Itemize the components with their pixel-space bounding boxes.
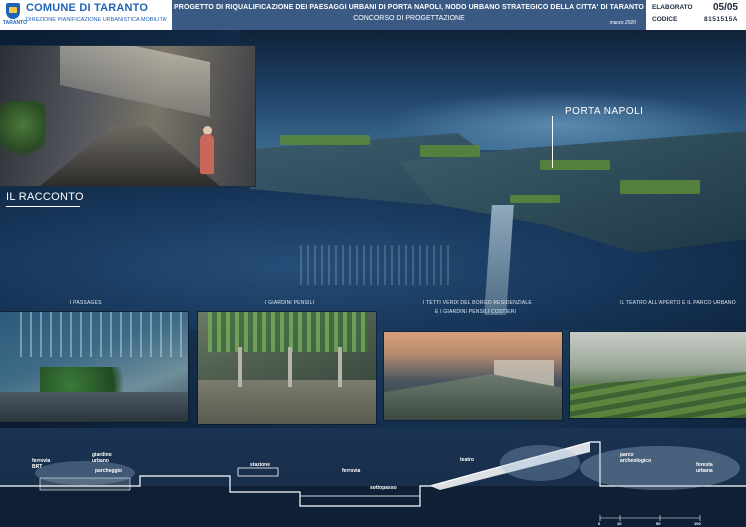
- person-figure: [200, 134, 214, 174]
- corridor-floor: [40, 126, 220, 186]
- label-ferrovia: ferrovia: [342, 468, 361, 474]
- header-bar: TARANTO COMUNE DI TARANTO DIREZIONE PIAN…: [0, 0, 746, 31]
- label-parco-archeologico: parco archeologico: [620, 452, 652, 464]
- racconto-underline: [6, 206, 80, 207]
- sheet-code-block: ELABORATO 05/05 CODICE 8151515A: [646, 0, 746, 30]
- label-teatro: teatro: [460, 457, 474, 463]
- section-drawing: [0, 441, 746, 527]
- green-roof-patch: [540, 160, 610, 170]
- porta-napoli-leader: [552, 116, 553, 168]
- teatro-parco-photo: [570, 332, 746, 418]
- passages-photo: [0, 312, 188, 422]
- caption-tetti-2: E I GIARDINI PENSILI COSTIERI: [435, 309, 517, 315]
- scale-10: 10: [617, 521, 622, 526]
- green-roof-patch: [510, 195, 560, 203]
- tetti-verdi-photo: [384, 332, 562, 420]
- municipality-logo-block: TARANTO COMUNE DI TARANTO DIREZIONE PIAN…: [0, 0, 172, 30]
- green-roof-patch: [620, 180, 700, 194]
- elaborato-value: 05/05: [712, 2, 738, 13]
- scale-0: 0: [598, 521, 601, 526]
- corridor-photo: [0, 46, 255, 186]
- cross-section: ferrovia BRT giardino urbano parcheggio st…: [0, 428, 746, 527]
- forest-canopy: [580, 446, 740, 490]
- caption-tetti-1: I TETTI VERDI DEL BORGO RESIDENZIALE: [423, 300, 532, 306]
- caption-teatro: IL TEATRO ALL'APERTO E IL PARCO URBANO: [620, 300, 736, 306]
- project-title: PROGETTO DI RIQUALIFICAZIONE DEI PAESAGG…: [174, 4, 644, 11]
- green-roof-patch: [280, 135, 370, 145]
- porta-napoli-label: PORTA NAPOLI: [565, 106, 644, 117]
- scale-50: 50: [656, 521, 661, 526]
- label-parcheggio: parcheggio: [95, 468, 122, 474]
- logo-title: COMUNE DI TARANTO: [26, 2, 149, 14]
- coat-of-arms-icon: [6, 3, 20, 19]
- date-label: marzo 2020: [609, 20, 636, 26]
- elaborato-label: ELABORATO: [652, 4, 693, 11]
- logo-small-text: TARANTO: [3, 20, 27, 26]
- codice-value: 8151515A: [704, 16, 738, 23]
- green-roof-patch: [420, 145, 480, 157]
- label-giardino-urbano: giardino urbano: [92, 452, 112, 464]
- competition-subtitle: CONCORSO DI PROGETTAZIONE: [353, 15, 465, 22]
- label-stazione: stazione: [250, 462, 271, 468]
- label-sottopasso: sottopasso: [370, 485, 397, 491]
- main-render: PORTA NAPOLI IL RACCONTO I PASSAGES I GI…: [0, 30, 746, 527]
- archaeological-park-trees: [500, 445, 580, 481]
- label-ferrovia-brt: ferrovia BRT: [32, 458, 51, 470]
- project-title-block: PROGETTO DI RIQUALIFICAZIONE DEI PAESAGG…: [172, 0, 646, 30]
- codice-label: CODICE: [652, 16, 678, 23]
- scale-100: 100: [694, 521, 701, 526]
- caption-giardini: I GIARDINI PENSILI: [265, 300, 315, 306]
- caption-passages: I PASSAGES: [70, 300, 102, 306]
- corridor-plants: [0, 101, 45, 161]
- logo-subtitle: DIREZIONE PIANIFICAZIONE URBANISTICA MOB…: [26, 17, 168, 23]
- station-canopy: [237, 467, 279, 477]
- corridor-window: [60, 46, 210, 117]
- label-foresta-urbana: foresta urbana: [696, 462, 713, 474]
- marina-piers: [300, 245, 450, 285]
- racconto-heading: IL RACCONTO: [6, 191, 84, 203]
- giardini-pensili-photo: [198, 312, 376, 424]
